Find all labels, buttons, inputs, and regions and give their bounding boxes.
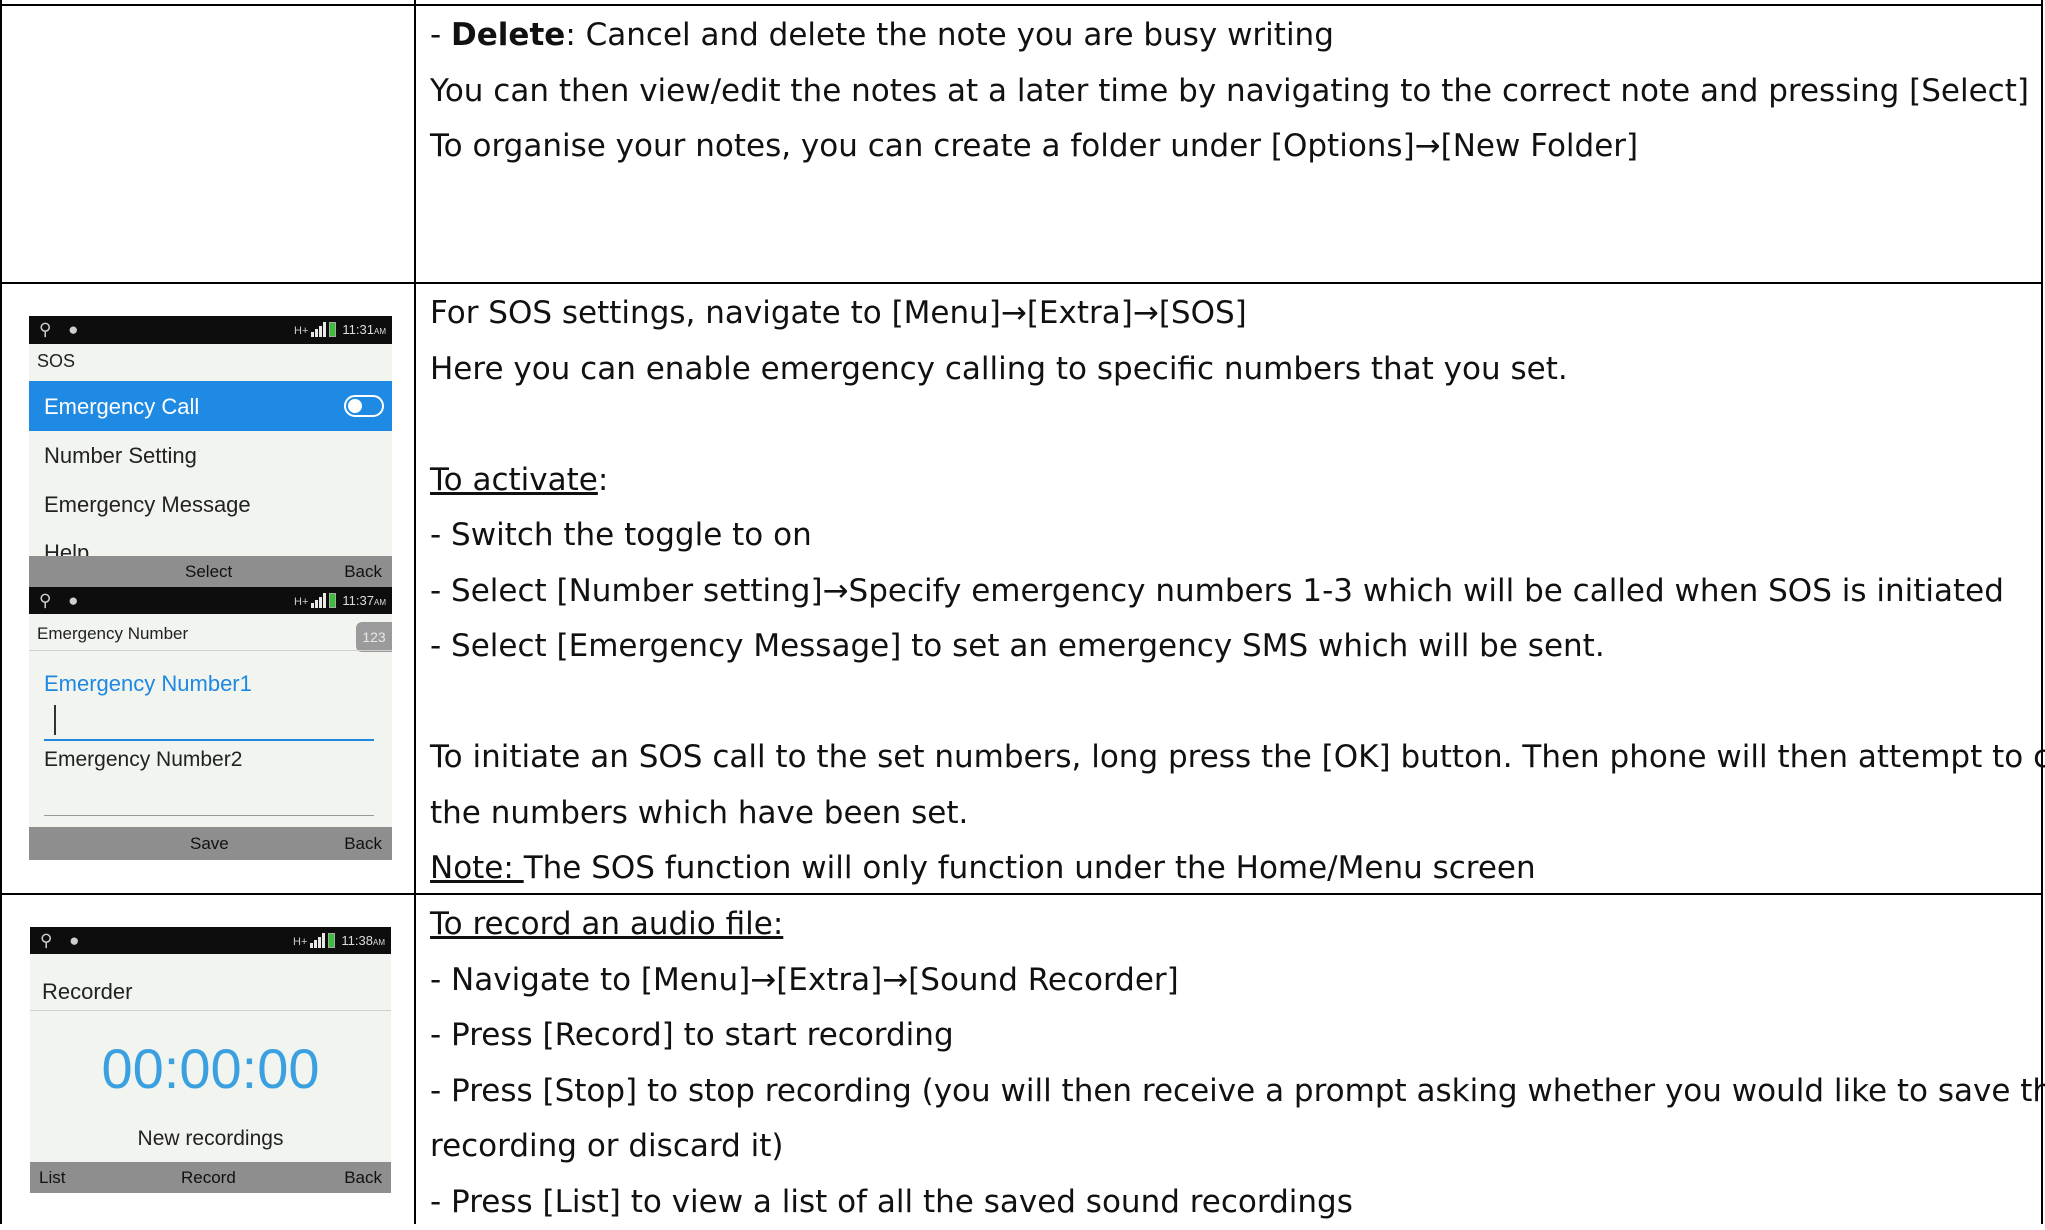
status-indicators: H+ 11:31AM <box>294 322 386 337</box>
organise-line: To organise your notes, you can create a… <box>430 119 2031 175</box>
network-type: H+ <box>294 596 308 608</box>
softkey-bar: Save Back <box>29 827 392 860</box>
record-heading: To record an audio file: <box>430 897 2031 953</box>
status-bar: ⚲ ● H+ 11:31AM <box>29 316 392 344</box>
status-clock: 11:37AM <box>342 593 386 608</box>
initiate-sos-line-cont: the numbers which have been set. <box>430 786 2031 842</box>
network-type: H+ <box>294 325 308 337</box>
to-activate-heading: To activate: <box>430 453 2031 509</box>
network-type: H+ <box>293 936 307 948</box>
softkey-back[interactable]: Back <box>344 834 382 854</box>
blank-line <box>430 675 2031 731</box>
title-divider <box>30 1010 391 1011</box>
view-edit-line: You can then view/edit the notes at a la… <box>430 64 2031 120</box>
emergency-number1-field[interactable] <box>44 739 374 741</box>
battery-icon <box>328 933 335 948</box>
number-setting-line: - Select [Number setting]→Specify emerge… <box>430 564 2031 620</box>
status-bar: ⚲ ● H+ 11:37AM <box>29 587 392 614</box>
usb-android-icons: ⚲ ● <box>40 931 85 951</box>
signal-icon <box>311 322 326 337</box>
softkey-record[interactable]: Record <box>181 1168 236 1188</box>
signal-icon <box>311 593 326 608</box>
screen-title: Emergency Number <box>37 624 188 644</box>
menu-item-label: Emergency Call <box>44 394 199 420</box>
table-border-top <box>0 4 2043 6</box>
recorder-instructions: To record an audio file: - Navigate to [… <box>430 897 2031 1230</box>
table-border-left <box>0 0 2 1224</box>
menu-item-number-setting[interactable]: Number Setting <box>44 443 197 469</box>
status-indicators: H+ 11:38AM <box>293 933 385 948</box>
emergency-number2-label: Emergency Number2 <box>44 748 242 772</box>
sos-screenshot: ⚲ ● H+ 11:31AM SOS Emergency Call Number… <box>29 316 392 587</box>
sos-navigate-line: For SOS settings, navigate to [Menu]→[Ex… <box>430 286 2031 342</box>
switch-toggle-line: - Switch the toggle to on <box>430 508 2031 564</box>
emergency-number2-field[interactable] <box>44 815 374 816</box>
delete-line: - Delete: Cancel and delete the note you… <box>430 8 2031 64</box>
signal-icon <box>310 933 325 948</box>
softkey-save[interactable]: Save <box>190 834 229 854</box>
press-record-line: - Press [Record] to start recording <box>430 1008 2031 1064</box>
status-indicators: H+ 11:37AM <box>294 593 386 608</box>
title-divider <box>29 650 392 651</box>
usb-android-icons: ⚲ ● <box>39 320 84 340</box>
battery-icon <box>329 593 336 608</box>
press-list-line: - Press [List] to view a list of all the… <box>430 1175 2031 1230</box>
softkey-bar: Select Back <box>29 556 392 587</box>
softkey-back[interactable]: Back <box>344 562 382 582</box>
status-bar: ⚲ ● H+ 11:38AM <box>30 927 391 954</box>
recorder-navigate-line: - Navigate to [Menu]→[Extra]→[Sound Reco… <box>430 953 2031 1009</box>
emergency-number1-label: Emergency Number1 <box>44 671 252 697</box>
emergency-number-screenshot: ⚲ ● H+ 11:37AM Emergency Number 123 Emer… <box>29 587 392 860</box>
initiate-sos-line: To initiate an SOS call to the set numbe… <box>430 730 2031 786</box>
column-divider <box>414 0 416 1224</box>
press-stop-line: - Press [Stop] to stop recording (you wi… <box>430 1064 2031 1120</box>
softkey-bar: List Record Back <box>30 1162 391 1193</box>
sos-enable-line: Here you can enable emergency calling to… <box>430 342 2031 398</box>
status-clock: 11:38AM <box>341 933 385 948</box>
text-cursor <box>54 705 56 735</box>
usb-android-icons: ⚲ ● <box>39 591 84 611</box>
press-stop-line-cont: recording or discard it) <box>430 1119 2031 1175</box>
recorder-screenshot: ⚲ ● H+ 11:38AM Recorder 00:00:00 New rec… <box>30 927 391 1193</box>
menu-item-emergency-call[interactable]: Emergency Call <box>29 381 392 431</box>
softkey-select[interactable]: Select <box>185 562 232 582</box>
softkey-back[interactable]: Back <box>344 1168 382 1188</box>
row-divider-1 <box>0 282 2043 284</box>
emergency-message-line: - Select [Emergency Message] to set an e… <box>430 619 2031 675</box>
input-mode-badge: 123 <box>356 622 392 652</box>
sos-note-line: Note: The SOS function will only functio… <box>430 841 2031 897</box>
screen-title: Recorder <box>42 979 132 1005</box>
battery-icon <box>329 322 336 337</box>
new-recordings-caption: New recordings <box>30 1127 391 1151</box>
status-clock: 11:31AM <box>342 322 386 337</box>
recording-timer: 00:00:00 <box>30 1036 391 1101</box>
sos-instructions: For SOS settings, navigate to [Menu]→[Ex… <box>430 286 2031 897</box>
blank-line <box>430 397 2031 453</box>
screen-title: SOS <box>37 351 75 372</box>
softkey-list[interactable]: List <box>39 1168 65 1188</box>
emergency-call-toggle[interactable] <box>344 395 384 417</box>
menu-item-emergency-message[interactable]: Emergency Message <box>44 492 251 518</box>
table-border-right <box>2041 0 2043 1224</box>
notes-instructions: - Delete: Cancel and delete the note you… <box>430 8 2031 175</box>
